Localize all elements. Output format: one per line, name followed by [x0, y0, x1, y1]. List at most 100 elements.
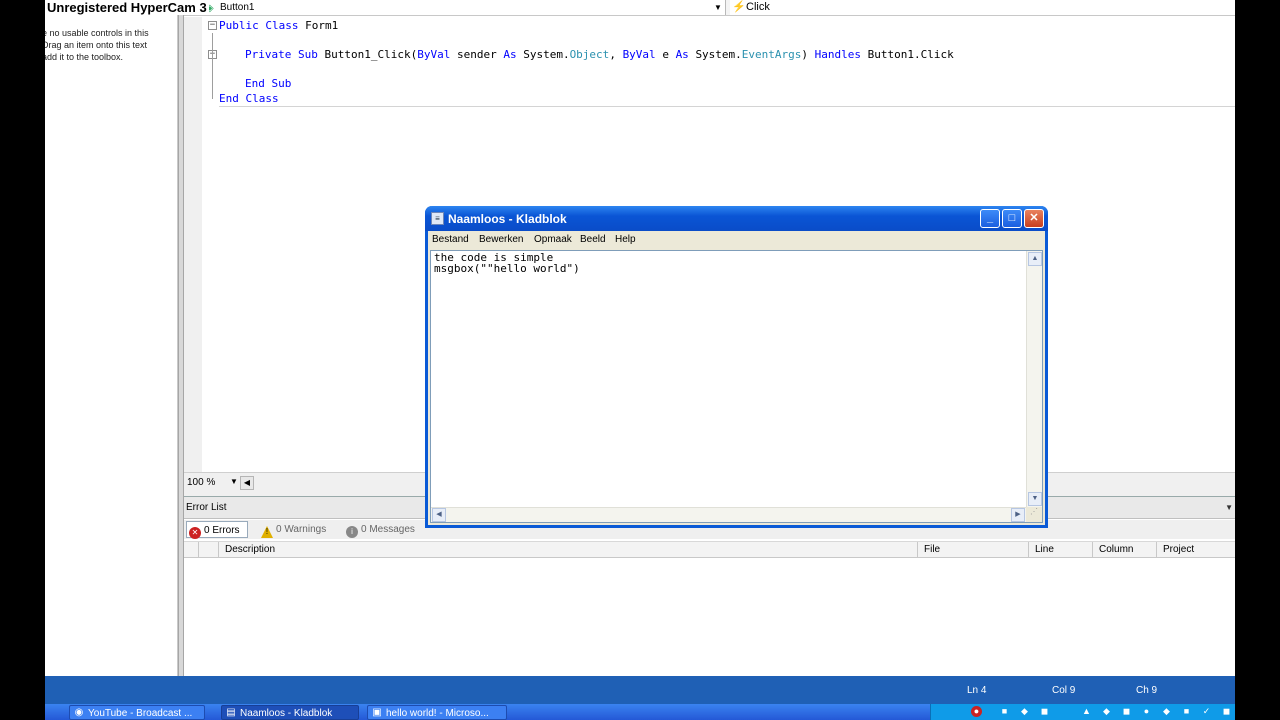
class-combo-dropdown-icon[interactable]: ▼: [714, 0, 722, 15]
keyword: ByVal: [622, 48, 656, 61]
menu-help[interactable]: Help: [615, 234, 636, 245]
error-list-body: [184, 559, 1235, 677]
punctuation: ): [801, 48, 809, 61]
method-separator-line: [219, 106, 1235, 107]
errors-count: 0 Errors: [204, 525, 240, 536]
code-line-end-class: End Class: [219, 92, 279, 105]
code-line-sub: Private Sub Button1_Click(ByVal sender A…: [245, 48, 954, 62]
tray-app-icon[interactable]: ◼: [1039, 706, 1050, 717]
minimize-button[interactable]: _: [980, 209, 1000, 228]
menu-bewerken[interactable]: Bewerken: [479, 234, 523, 245]
notepad-menu-bar: Bestand Bewerken Opmaak Beeld Help: [428, 231, 1045, 250]
warnings-count: 0 Warnings: [276, 524, 327, 535]
status-line: Ln 4: [967, 685, 987, 696]
scroll-left-icon[interactable]: ◀: [432, 508, 446, 522]
scroll-right-icon[interactable]: ▶: [1011, 508, 1025, 522]
close-button[interactable]: ✕: [1024, 209, 1044, 228]
code-text[interactable]: Public Class Form1 Private Sub Button1_C…: [219, 19, 954, 105]
notepad-window: ≡ Naamloos - Kladblok _ □ ✕ Bestand Bewe…: [425, 206, 1048, 528]
messages-filter-button[interactable]: i0 Messages: [344, 521, 432, 538]
vertical-scrollbar[interactable]: ▲ ▼: [1026, 251, 1042, 508]
tray-app-icon[interactable]: ✓: [1201, 706, 1212, 717]
editor-navigation-bar: ◈ Button1 ▼ ⚡ Click: [184, 0, 1235, 16]
tray-app-icon[interactable]: ◆: [1019, 706, 1030, 717]
toolbox-panel: e no usable controls in this Drag an ite…: [45, 0, 178, 676]
maximize-button[interactable]: □: [1002, 209, 1022, 228]
menu-beeld[interactable]: Beeld: [580, 234, 606, 245]
notepad-icon: ≡: [431, 212, 444, 225]
notepad-text-area[interactable]: the code is simple msgbox(""hello world")…: [430, 250, 1043, 523]
type-name: Object: [569, 48, 610, 61]
column-description[interactable]: Description: [218, 542, 917, 558]
type-name: EventArgs: [741, 48, 802, 61]
taskbar-item-label: YouTube - Broadcast ...: [88, 708, 193, 719]
menu-opmaak[interactable]: Opmaak: [534, 234, 572, 245]
tray-app-icon[interactable]: ◆: [1161, 706, 1172, 717]
notepad-icon: ▤: [226, 707, 236, 718]
identifier: System.: [695, 48, 742, 61]
column-index[interactable]: [198, 542, 218, 558]
visual-studio-icon: ▣: [372, 707, 382, 718]
tray-app-icon[interactable]: ■: [999, 706, 1010, 717]
scroll-up-icon[interactable]: ▲: [1028, 252, 1042, 266]
tray-app-icon[interactable]: ◼: [1121, 706, 1132, 717]
collapse-class-icon[interactable]: −: [208, 21, 217, 30]
class-name-combo[interactable]: ◈ Button1: [202, 0, 726, 15]
scroll-left-icon[interactable]: ◀: [240, 476, 254, 490]
outline-line: [212, 33, 213, 99]
info-icon: i: [346, 526, 358, 538]
code-line-end-sub: End Sub: [245, 77, 292, 90]
keyword: ByVal: [417, 48, 451, 61]
class-name-value: Button1: [220, 2, 255, 13]
tray-app-icon[interactable]: ◼: [1221, 706, 1232, 717]
event-lightning-icon: ⚡: [732, 1, 746, 13]
menu-bestand[interactable]: Bestand: [432, 234, 469, 245]
zoom-dropdown-icon[interactable]: ▼: [230, 477, 238, 486]
resize-grip-icon[interactable]: ⋰: [1026, 507, 1042, 522]
scroll-down-icon[interactable]: ▼: [1028, 492, 1042, 506]
keyword: As: [503, 48, 517, 61]
warnings-filter-button[interactable]: ! 0 Warnings: [259, 521, 337, 538]
text-line: msgbox(""hello world"): [434, 262, 580, 275]
taskbar-item-label: hello world! - Microso...: [386, 708, 489, 719]
error-list-header: Description File Line Column Project: [184, 541, 1235, 558]
column-icon[interactable]: [184, 542, 198, 558]
tray-app-icon[interactable]: ■: [1181, 706, 1192, 717]
punctuation: ,: [609, 48, 616, 61]
panel-menu-icon[interactable]: ▼: [1225, 497, 1233, 519]
tray-app-icon[interactable]: ●: [1141, 706, 1152, 717]
identifier: Button1.Click: [867, 48, 954, 61]
editor-gutter: [184, 17, 202, 477]
column-project[interactable]: Project: [1156, 542, 1235, 558]
taskbar-item-label: Naamloos - Kladblok: [240, 708, 333, 719]
windows-taskbar: ◉ YouTube - Broadcast ... ▤ Naamloos - Kla…: [45, 704, 1235, 720]
record-icon[interactable]: ●: [971, 706, 982, 717]
errors-filter-button[interactable]: ✕ 0 Errors: [186, 521, 248, 539]
tray-app-icon[interactable]: ▲: [1081, 706, 1092, 717]
taskbar-item-visual-studio[interactable]: ▣ hello world! - Microso...: [367, 705, 507, 720]
column-column[interactable]: Column: [1092, 542, 1156, 558]
zoom-level[interactable]: 100 %: [187, 477, 215, 488]
keyword: As: [675, 48, 689, 61]
column-line[interactable]: Line: [1028, 542, 1092, 558]
error-list-title-text: Error List: [186, 502, 227, 513]
tray-app-icon[interactable]: ◆: [1101, 706, 1112, 717]
notepad-title: Naamloos - Kladblok: [448, 212, 567, 226]
method-name-combo[interactable]: ⚡ Click: [730, 0, 1235, 15]
column-file[interactable]: File: [917, 542, 1028, 558]
keyword: Handles: [814, 48, 862, 61]
toolbox-empty-message: e no usable controls in this Drag an ite…: [45, 28, 149, 62]
code-line-class: Public Class Form1: [219, 19, 338, 33]
system-tray: ● ■ ◆ ◼ ▲ ◆ ◼ ● ◆ ■ ✓ ◼: [930, 704, 1235, 720]
keyword: Public Class: [219, 19, 299, 32]
ide-status-bar: Ln 4 Col 9 Ch 9: [45, 676, 1235, 704]
identifier: Form1: [305, 19, 339, 32]
identifier: Button1_Click(: [324, 48, 418, 61]
notepad-text: the code is simple msgbox(""hello world"): [434, 252, 580, 274]
browser-icon: ◉: [74, 707, 84, 718]
taskbar-item-notepad[interactable]: ▤ Naamloos - Kladblok: [221, 705, 359, 720]
taskbar-item-youtube[interactable]: ◉ YouTube - Broadcast ...: [69, 705, 205, 720]
notepad-title-bar[interactable]: ≡ Naamloos - Kladblok _ □ ✕: [425, 206, 1048, 231]
horizontal-scrollbar[interactable]: ◀ ▶: [431, 507, 1027, 522]
keyword: Private Sub: [245, 48, 318, 61]
